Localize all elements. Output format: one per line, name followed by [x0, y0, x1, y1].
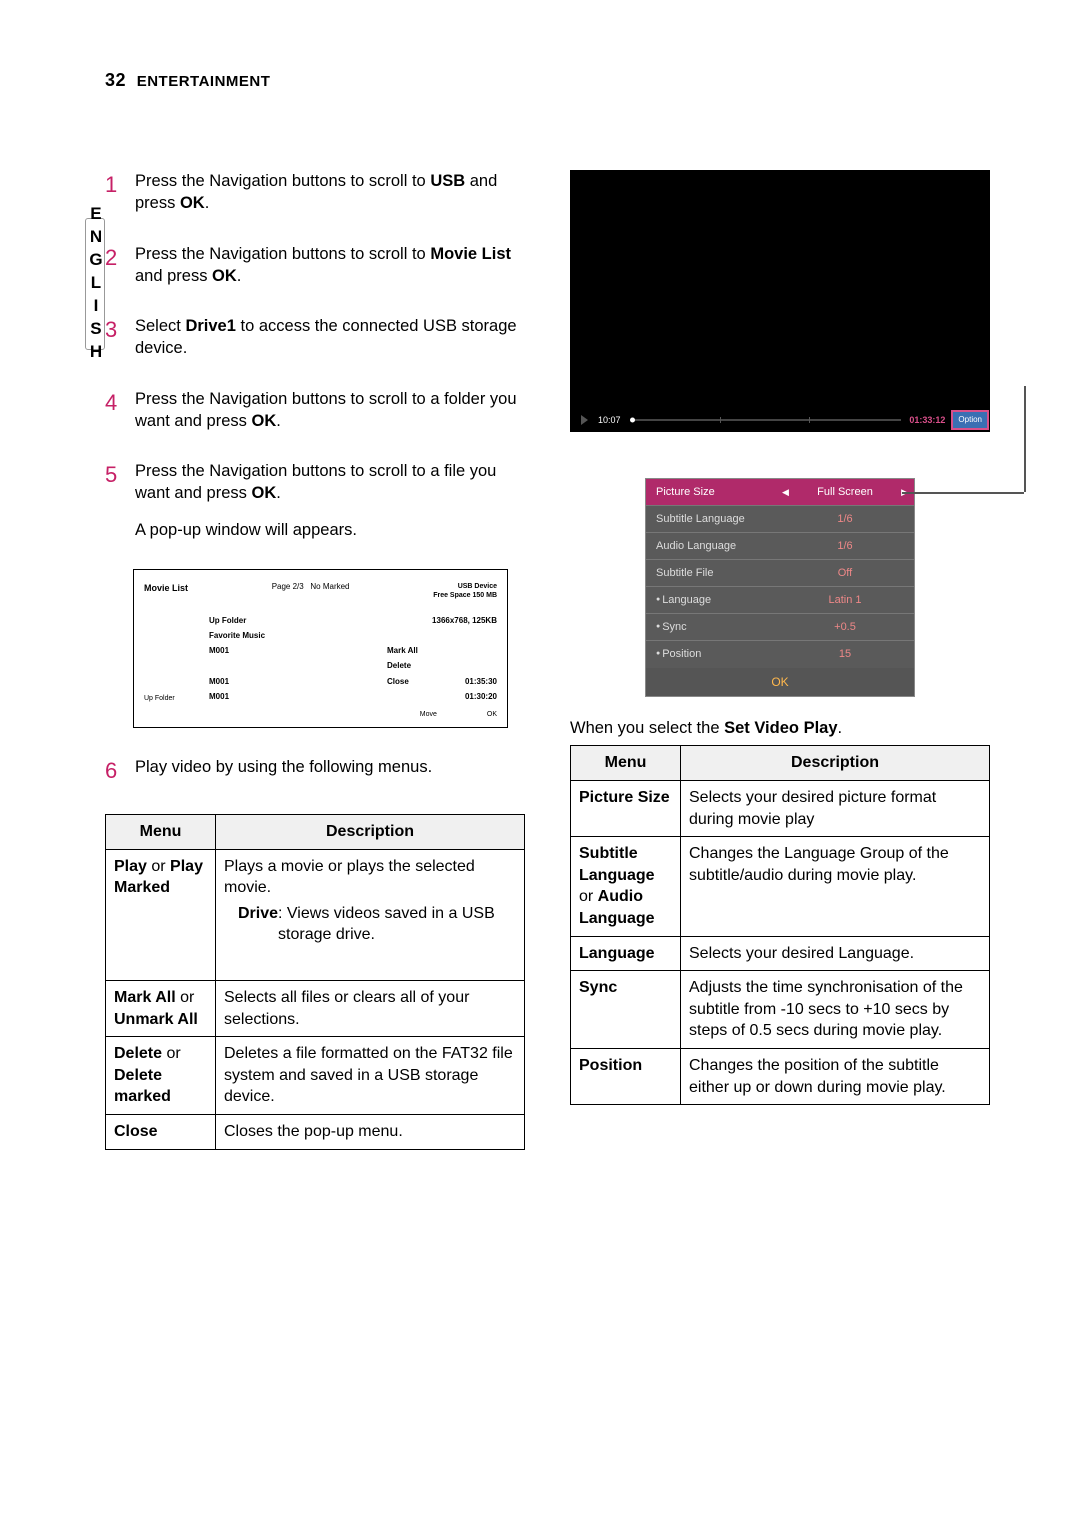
option-value: ◀Full Screen▶	[776, 485, 914, 500]
ml-left: Up Folder	[144, 613, 209, 704]
timebar: 10:07 01:33:12 Option	[571, 409, 989, 431]
table-popup-menu: Menu Description Play or Play MarkedPlay…	[105, 814, 525, 1150]
ml-free: Free Space 150 MB	[433, 591, 497, 600]
language-tab: ENGLISH	[85, 218, 105, 350]
option-button[interactable]: Option	[951, 410, 989, 431]
table-row: SyncAdjusts the time synchronisation of …	[571, 971, 990, 1049]
ml-right: 1366x768, 125KB Mark AllDelete Close01:3…	[387, 613, 497, 704]
option-label: Subtitle Language	[646, 512, 776, 527]
steps-list: 1Press the Navigation buttons to scroll …	[105, 170, 525, 1150]
step-body: Press the Navigation buttons to scroll t…	[135, 388, 525, 433]
left-column: 1Press the Navigation buttons to scroll …	[105, 170, 525, 1178]
step-5: 5Press the Navigation buttons to scroll …	[105, 460, 525, 541]
callout-line-v	[1024, 386, 1026, 492]
step-body: Select Drive1 to access the connected US…	[135, 315, 525, 360]
step-number: 6	[105, 756, 135, 786]
option-label: Audio Language	[646, 539, 776, 554]
movie-list-box: Movie List Page 2/3 No Marked USB Device…	[133, 569, 508, 728]
step-body: Play video by using the following menus.	[135, 756, 525, 786]
time-total: 01:33:12	[909, 414, 945, 426]
table-row: Close	[106, 1114, 216, 1149]
video-player-mock: 10:07 01:33:12 Option	[570, 170, 990, 432]
options-panel: Picture Size◀Full Screen▶Subtitle Langua…	[645, 478, 915, 697]
play-icon	[581, 415, 588, 425]
th-menu: Menu	[106, 815, 216, 850]
table-row: Mark All or Unmark All	[106, 981, 216, 1037]
th-desc: Description	[216, 815, 525, 850]
table-set-video-play: Menu Description Picture SizeSelects you…	[570, 745, 990, 1105]
option-row[interactable]: Audio Language1/6	[646, 533, 914, 560]
time-elapsed: 10:07	[598, 414, 621, 426]
option-value: +0.5	[776, 620, 914, 635]
option-row[interactable]: Picture Size◀Full Screen▶	[646, 479, 914, 506]
step-body: Press the Navigation buttons to scroll t…	[135, 170, 525, 215]
option-value: Latin 1	[776, 593, 914, 608]
table-row: Delete or Delete marked	[106, 1037, 216, 1115]
step-number: 3	[105, 315, 135, 360]
step-sub: A pop-up window will appears.	[135, 519, 525, 541]
th-desc: Description	[681, 746, 990, 781]
callout-line-h	[902, 492, 1024, 494]
page-header: 32 ENTERTAINMENT	[105, 68, 270, 92]
step-number: 1	[105, 170, 135, 215]
step-body: Press the Navigation buttons to scroll t…	[135, 243, 525, 288]
th-menu: Menu	[571, 746, 681, 781]
chevron-left-icon[interactable]: ◀	[782, 486, 789, 498]
step-3: 3Select Drive1 to access the connected U…	[105, 315, 525, 360]
option-label: Position	[646, 647, 776, 662]
ml-mid: Up FolderFavorite MusicM001 M001M001	[209, 613, 387, 704]
option-value: 15	[776, 647, 914, 662]
option-row[interactable]: Subtitle FileOff	[646, 560, 914, 587]
option-row[interactable]: Position15	[646, 641, 914, 668]
step-number: 2	[105, 243, 135, 288]
set-video-play-caption: When you select the Set Video Play.	[570, 717, 990, 739]
section-title: ENTERTAINMENT	[137, 73, 271, 90]
option-label: Subtitle File	[646, 566, 776, 581]
ml-title: Movie List	[144, 582, 188, 594]
option-label: Language	[646, 593, 776, 608]
table-row: PositionChanges the position of the subt…	[571, 1048, 990, 1104]
step-body: Press the Navigation buttons to scroll t…	[135, 460, 525, 541]
option-value: 1/6	[776, 539, 914, 554]
step-2: 2Press the Navigation buttons to scroll …	[105, 243, 525, 288]
table-row: LanguageSelects your desired Language.	[571, 936, 990, 971]
step-number: 5	[105, 460, 135, 541]
option-row[interactable]: Subtitle Language1/6	[646, 506, 914, 533]
ml-usb: USB Device	[433, 582, 497, 591]
table-row: Play or Play Marked	[106, 849, 216, 980]
page-number: 32	[105, 70, 126, 90]
step-6: 6Play video by using the following menus…	[105, 756, 525, 786]
table-row: Picture SizeSelects your desired picture…	[571, 781, 990, 837]
progress-bar	[631, 419, 902, 421]
step-4: 4Press the Navigation buttons to scroll …	[105, 388, 525, 433]
option-row[interactable]: LanguageLatin 1	[646, 587, 914, 614]
options-ok[interactable]: OK	[646, 668, 914, 696]
option-row[interactable]: Sync+0.5	[646, 614, 914, 641]
right-column: 10:07 01:33:12 Option Picture Size◀Full …	[570, 170, 990, 1105]
option-value: 1/6	[776, 512, 914, 527]
ml-page: Page 2/3 No Marked	[272, 582, 350, 593]
table-row: Subtitle Language or Audio LanguageChang…	[571, 837, 990, 936]
option-label: Sync	[646, 620, 776, 635]
step-number: 4	[105, 388, 135, 433]
option-label: Picture Size	[646, 485, 776, 500]
option-value: Off	[776, 566, 914, 581]
step-1: 1Press the Navigation buttons to scroll …	[105, 170, 525, 215]
